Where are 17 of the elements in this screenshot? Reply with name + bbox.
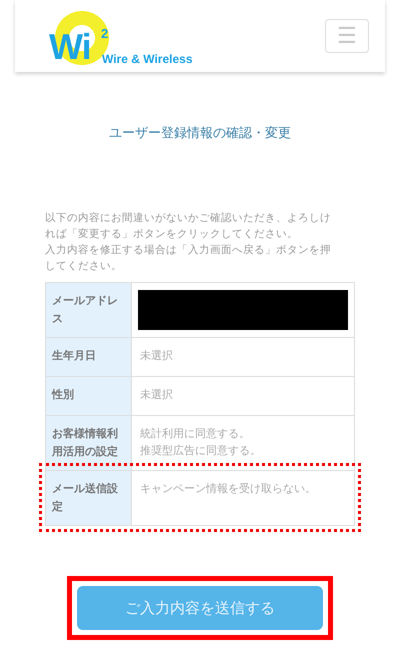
row-label: お客様情報利用活用の設定 — [46, 416, 132, 470]
row-value: 統計利用に同意する。 — [140, 426, 251, 442]
row-label: 生年月日 — [46, 338, 132, 376]
row-label: メール送信設定 — [46, 471, 132, 525]
row-label: メールアドレス — [46, 283, 132, 337]
row-value: キャンペーン情報を受け取らない。 — [140, 481, 317, 497]
logo-superscript: 2 — [101, 27, 108, 40]
submit-button[interactable]: ご入力内容を送信する — [77, 586, 323, 630]
menu-button[interactable]: ☰ — [325, 19, 369, 53]
instruction-text: 入力内容を修正する場合は「入力画面へ戻る」ボタンを押してください。 — [45, 243, 332, 274]
instruction-text: 以下の内容にお間違いがないかご確認いただき、よろしければ「変更する」ボタンをクリックしてください。 — [45, 211, 332, 242]
row-value: 推奨型広告に同意する。 — [140, 443, 262, 459]
logo-tagline: Wire & Wireless — [102, 53, 192, 65]
row-value: 未選択 — [140, 387, 174, 403]
row-value: 未選択 — [140, 348, 174, 364]
row-label: 性別 — [46, 377, 132, 415]
page-title: ユーザー登録情報の確認・変更 — [109, 125, 291, 142]
